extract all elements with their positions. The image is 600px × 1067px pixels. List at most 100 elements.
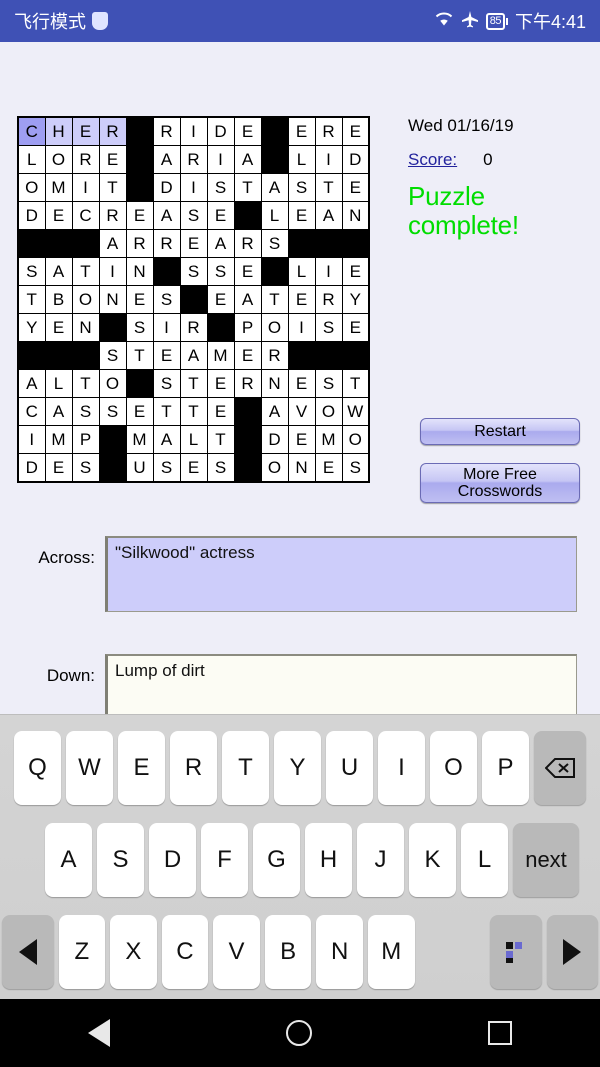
crossword-cell[interactable]: S — [152, 369, 181, 398]
crossword-cell[interactable]: N — [287, 453, 316, 483]
crossword-cell[interactable]: C — [71, 201, 100, 230]
crossword-cell[interactable]: D — [17, 453, 46, 483]
crossword-cell[interactable]: S — [314, 369, 343, 398]
crossword-cell[interactable]: I — [179, 173, 208, 202]
key-w[interactable]: W — [66, 731, 113, 805]
crossword-cell[interactable]: E — [71, 116, 100, 146]
key-y[interactable]: Y — [274, 731, 321, 805]
key-c[interactable]: C — [161, 915, 209, 989]
key-h[interactable]: H — [305, 823, 352, 897]
crossword-cell[interactable]: A — [260, 173, 289, 202]
crossword-cell[interactable]: T — [206, 425, 235, 454]
key-q[interactable]: Q — [14, 731, 61, 805]
crossword-cell[interactable]: T — [71, 369, 100, 398]
crossword-cell[interactable]: E — [98, 145, 127, 174]
crossword-cell[interactable]: I — [71, 173, 100, 202]
crossword-cell[interactable]: O — [260, 453, 289, 483]
crossword-cell[interactable]: L — [17, 145, 46, 174]
crossword-cell[interactable]: T — [314, 173, 343, 202]
crossword-cell[interactable]: E — [233, 341, 262, 370]
crossword-cell[interactable]: T — [71, 257, 100, 286]
crossword-cell[interactable]: E — [287, 369, 316, 398]
crossword-cell[interactable]: E — [287, 285, 316, 314]
more-free-crosswords-button[interactable]: More Free Crosswords — [420, 463, 580, 503]
crossword-cell[interactable]: A — [44, 257, 73, 286]
crossword-cell[interactable]: E — [179, 229, 208, 258]
crossword-cell[interactable]: M — [206, 341, 235, 370]
crossword-cell[interactable]: S — [71, 453, 100, 483]
key-z[interactable]: Z — [58, 915, 106, 989]
crossword-cell[interactable]: S — [341, 453, 370, 483]
crossword-cell[interactable]: E — [44, 453, 73, 483]
crossword-cell[interactable]: Y — [17, 313, 46, 342]
crossword-cell[interactable]: S — [260, 229, 289, 258]
key-e[interactable]: E — [118, 731, 165, 805]
crossword-cell[interactable]: E — [125, 285, 154, 314]
crossword-cell[interactable]: S — [314, 313, 343, 342]
crossword-cell[interactable]: I — [179, 116, 208, 146]
key-u[interactable]: U — [326, 731, 373, 805]
key-i[interactable]: I — [378, 731, 425, 805]
crossword-cell[interactable]: L — [260, 201, 289, 230]
crossword-cell[interactable]: R — [179, 145, 208, 174]
crossword-cell[interactable]: O — [314, 397, 343, 426]
crossword-cell[interactable]: O — [44, 145, 73, 174]
crossword-cell[interactable]: A — [17, 369, 46, 398]
crossword-cell[interactable]: E — [152, 341, 181, 370]
crossword-cell[interactable]: T — [125, 341, 154, 370]
crossword-cell[interactable]: A — [152, 425, 181, 454]
crossword-cell[interactable]: A — [314, 201, 343, 230]
crossword-cell[interactable]: E — [125, 201, 154, 230]
key-s[interactable]: S — [97, 823, 144, 897]
key-x[interactable]: X — [110, 915, 157, 989]
crossword-cell[interactable]: E — [341, 313, 370, 342]
crossword-cell[interactable]: E — [341, 257, 370, 286]
crossword-cell[interactable]: I — [98, 257, 127, 286]
crossword-cell[interactable]: T — [152, 397, 181, 426]
key-r[interactable]: R — [170, 731, 217, 805]
key-f[interactable]: F — [201, 823, 248, 897]
crossword-cell[interactable]: P — [71, 425, 100, 454]
recents-square-icon[interactable] — [488, 1021, 512, 1045]
crossword-cell[interactable]: R — [179, 313, 208, 342]
crossword-cell[interactable]: T — [179, 369, 208, 398]
crossword-cell[interactable]: U — [125, 453, 154, 483]
crossword-cell[interactable]: R — [98, 201, 127, 230]
crossword-cell[interactable]: S — [98, 341, 127, 370]
crossword-cell[interactable]: A — [98, 229, 127, 258]
crossword-cell[interactable]: E — [341, 173, 370, 202]
key-p[interactable]: P — [482, 731, 529, 805]
crossword-cell[interactable]: D — [17, 201, 46, 230]
crossword-cell[interactable]: I — [314, 257, 343, 286]
crossword-cell[interactable]: N — [260, 369, 289, 398]
key-n[interactable]: N — [316, 915, 363, 989]
crossword-cell[interactable]: V — [287, 397, 316, 426]
crossword-cell[interactable]: C — [17, 116, 46, 146]
crossword-cell[interactable]: R — [98, 116, 127, 146]
crossword-cell[interactable]: E — [233, 116, 262, 146]
crossword-grid[interactable]: CHERRIDEERELOREARIALIDOMITDISTASTEDECREA… — [17, 116, 370, 483]
crossword-cell[interactable]: M — [125, 425, 154, 454]
crossword-cell[interactable]: E — [206, 369, 235, 398]
crossword-cell[interactable]: S — [152, 285, 181, 314]
crossword-cell[interactable]: T — [341, 369, 370, 398]
crossword-cell[interactable]: R — [314, 116, 343, 146]
crossword-cell[interactable]: L — [44, 369, 73, 398]
crossword-cell[interactable]: A — [152, 201, 181, 230]
crossword-cell[interactable]: I — [287, 313, 316, 342]
crossword-cell[interactable]: D — [341, 145, 370, 174]
crossword-cell[interactable]: E — [233, 257, 262, 286]
crossword-cell[interactable]: M — [44, 425, 73, 454]
crossword-cell[interactable]: N — [98, 285, 127, 314]
crossword-cell[interactable]: S — [125, 313, 154, 342]
keyboard-layout-icon[interactable] — [489, 915, 542, 989]
crossword-cell[interactable]: R — [260, 341, 289, 370]
crossword-cell[interactable]: L — [287, 257, 316, 286]
arrow-right-icon[interactable] — [546, 915, 599, 989]
back-triangle-icon[interactable] — [88, 1019, 110, 1047]
crossword-cell[interactable]: O — [17, 173, 46, 202]
crossword-cell[interactable]: A — [206, 229, 235, 258]
crossword-cell[interactable]: N — [71, 313, 100, 342]
crossword-cell[interactable]: P — [233, 313, 262, 342]
crossword-cell[interactable]: A — [179, 341, 208, 370]
